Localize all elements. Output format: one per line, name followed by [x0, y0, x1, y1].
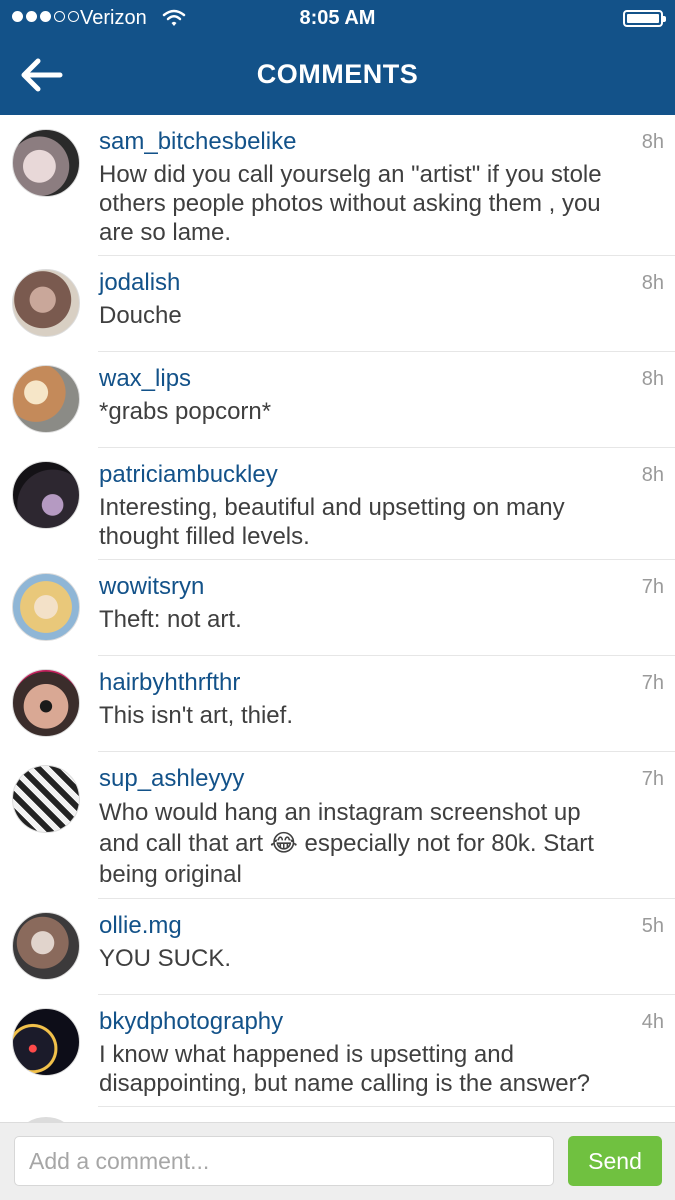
comment-item: bkydphotography 4h I know what happened …: [12, 995, 675, 1107]
comment-line: How did you call yourselg an "artist" if…: [99, 161, 602, 188]
comment-username[interactable]: sam_bitchesbelike: [99, 128, 296, 156]
comment-username[interactable]: bkydphotography: [99, 1008, 283, 1036]
comment-username[interactable]: jodalish: [99, 269, 180, 297]
comment-line: being original: [99, 861, 242, 888]
comment-item: sam_bitchesbelike 8h How did you call yo…: [12, 115, 675, 256]
comment-text: Theft: not art.: [99, 605, 664, 634]
comments-list[interactable]: sam_bitchesbelike 8h How did you call yo…: [0, 115, 675, 1122]
comment-text: Douche: [99, 301, 664, 330]
comment-time: 5h: [641, 915, 664, 937]
comment-time: 4h: [641, 1011, 664, 1033]
comment-line: *grabs popcorn*: [99, 398, 272, 425]
comment-item: patriciambuckley 8h Interesting, beautif…: [12, 448, 675, 560]
comment-line: Interesting, beautiful and upsetting on …: [99, 494, 565, 521]
battery-icon: [623, 10, 666, 27]
comment-composer: Send: [0, 1122, 675, 1200]
comment-item: [12, 1107, 675, 1122]
comment-time: 7h: [641, 768, 664, 790]
comment-username[interactable]: hairbyhthrfthr: [99, 669, 240, 697]
comment-line: Theft: not art.: [99, 606, 242, 633]
comment-time: 8h: [641, 272, 664, 294]
comment-username[interactable]: wax_lips: [99, 365, 191, 393]
avatar[interactable]: [12, 365, 80, 433]
comment-input[interactable]: [14, 1136, 554, 1186]
comment-username[interactable]: sup_ashleyyy: [99, 765, 244, 793]
comment-username[interactable]: wowitsryn: [99, 573, 204, 601]
comment-username[interactable]: ollie.mg: [99, 912, 182, 940]
comment-text: YOU SUCK.: [99, 944, 664, 973]
comment-line: I know what happened is upsetting and: [99, 1041, 514, 1068]
avatar[interactable]: [12, 129, 80, 197]
comment-line: are so lame.: [99, 219, 232, 246]
top-bar: Verizon 8:05 AM COMMENTS: [0, 0, 675, 115]
comment-text: I know what happened is upsetting and di…: [99, 1040, 664, 1098]
comment-item: sup_ashleyyy 7h Who would hang an instag…: [12, 752, 675, 899]
avatar[interactable]: [12, 669, 80, 737]
comment-item: ollie.mg 5h YOU SUCK.: [12, 899, 675, 995]
comment-text: *grabs popcorn*: [99, 397, 664, 426]
send-button[interactable]: Send: [568, 1136, 662, 1186]
comment-item: jodalish 8h Douche: [12, 256, 675, 352]
comment-item: hairbyhthrfthr 7h This isn't art, thief.: [12, 656, 675, 752]
avatar[interactable]: [12, 269, 80, 337]
page-title: COMMENTS: [256, 59, 419, 89]
comment-time: 7h: [641, 672, 664, 694]
comment-line: This isn't art, thief.: [99, 702, 293, 729]
comment-time: 8h: [641, 131, 664, 153]
comment-line: disappointing, but name calling is the a…: [99, 1070, 590, 1097]
avatar[interactable]: [12, 1008, 80, 1076]
status-bar: Verizon 8:05 AM: [0, 0, 675, 38]
comment-item: wax_lips 8h *grabs popcorn*: [12, 352, 675, 448]
comment-line: YOU SUCK.: [99, 945, 232, 972]
comment-username[interactable]: patriciambuckley: [99, 461, 278, 489]
status-time: 8:05 AM: [299, 7, 376, 29]
comment-line: thought filled levels.: [99, 523, 310, 550]
avatar[interactable]: [12, 912, 80, 980]
avatar[interactable]: [12, 573, 80, 641]
comment-text: This isn't art, thief.: [99, 701, 664, 730]
comment-text: How did you call yourselg an "artist" if…: [99, 160, 664, 247]
avatar[interactable]: [12, 765, 80, 833]
comment-line: others people photos without asking them…: [99, 190, 601, 217]
comment-text: Interesting, beautiful and upsetting on …: [99, 493, 664, 551]
comment-time: 7h: [641, 576, 664, 598]
comment-line: and call that art 😂 especially not for 8…: [99, 830, 594, 857]
comment-text: Who would hang an instagram screenshot u…: [99, 797, 664, 890]
comment-time: 8h: [641, 368, 664, 390]
comment-line: Who would hang an instagram screenshot u…: [99, 799, 581, 826]
comment-line: Douche: [99, 302, 182, 329]
comment-item: wowitsryn 7h Theft: not art.: [12, 560, 675, 656]
avatar[interactable]: [12, 461, 80, 529]
comment-time: 8h: [641, 464, 664, 486]
